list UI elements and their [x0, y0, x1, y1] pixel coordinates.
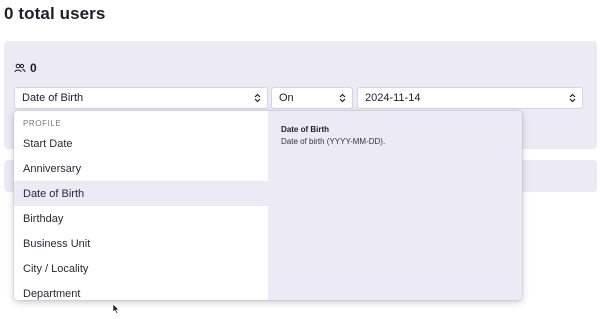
dropdown-item-start-date[interactable]: Start Date — [14, 131, 268, 156]
dropdown-item-birthday[interactable]: Birthday — [14, 206, 268, 231]
operator-select[interactable]: On — [271, 87, 353, 109]
dropdown-group-label: PROFILE — [23, 119, 62, 128]
page-title: 0 total users — [4, 4, 106, 23]
user-count: 0 — [14, 61, 37, 75]
dropdown-list[interactable]: PROFILE Start Date Anniversary Date of B… — [14, 111, 268, 300]
dropdown-item-anniversary[interactable]: Anniversary — [14, 156, 268, 181]
chevron-up-down-icon — [339, 93, 346, 103]
date-select-value: 2024-11-14 — [365, 92, 421, 104]
field-dropdown: PROFILE Start Date Anniversary Date of B… — [14, 111, 522, 300]
user-count-value: 0 — [30, 61, 37, 75]
operator-select-value: On — [279, 92, 294, 104]
date-select[interactable]: 2024-11-14 — [357, 87, 583, 109]
mouse-pointer-icon — [112, 301, 121, 319]
chevron-up-down-icon — [254, 93, 261, 103]
dropdown-item-department[interactable]: Department — [14, 281, 268, 300]
dropdown-item-city-locality[interactable]: City / Locality — [14, 256, 268, 281]
chevron-up-down-icon — [569, 93, 576, 103]
users-icon — [14, 63, 26, 73]
dropdown-item-date-of-birth[interactable]: Date of Birth — [14, 181, 268, 206]
field-select-value: Date of Birth — [22, 92, 84, 104]
detail-title: Date of Birth — [281, 125, 329, 134]
dropdown-item-business-unit[interactable]: Business Unit — [14, 231, 268, 256]
detail-description: Date of birth (YYYY-MM-DD). — [281, 137, 386, 146]
field-select[interactable]: Date of Birth — [14, 87, 268, 109]
dropdown-detail-panel: Date of Birth Date of birth (YYYY-MM-DD)… — [268, 111, 522, 300]
